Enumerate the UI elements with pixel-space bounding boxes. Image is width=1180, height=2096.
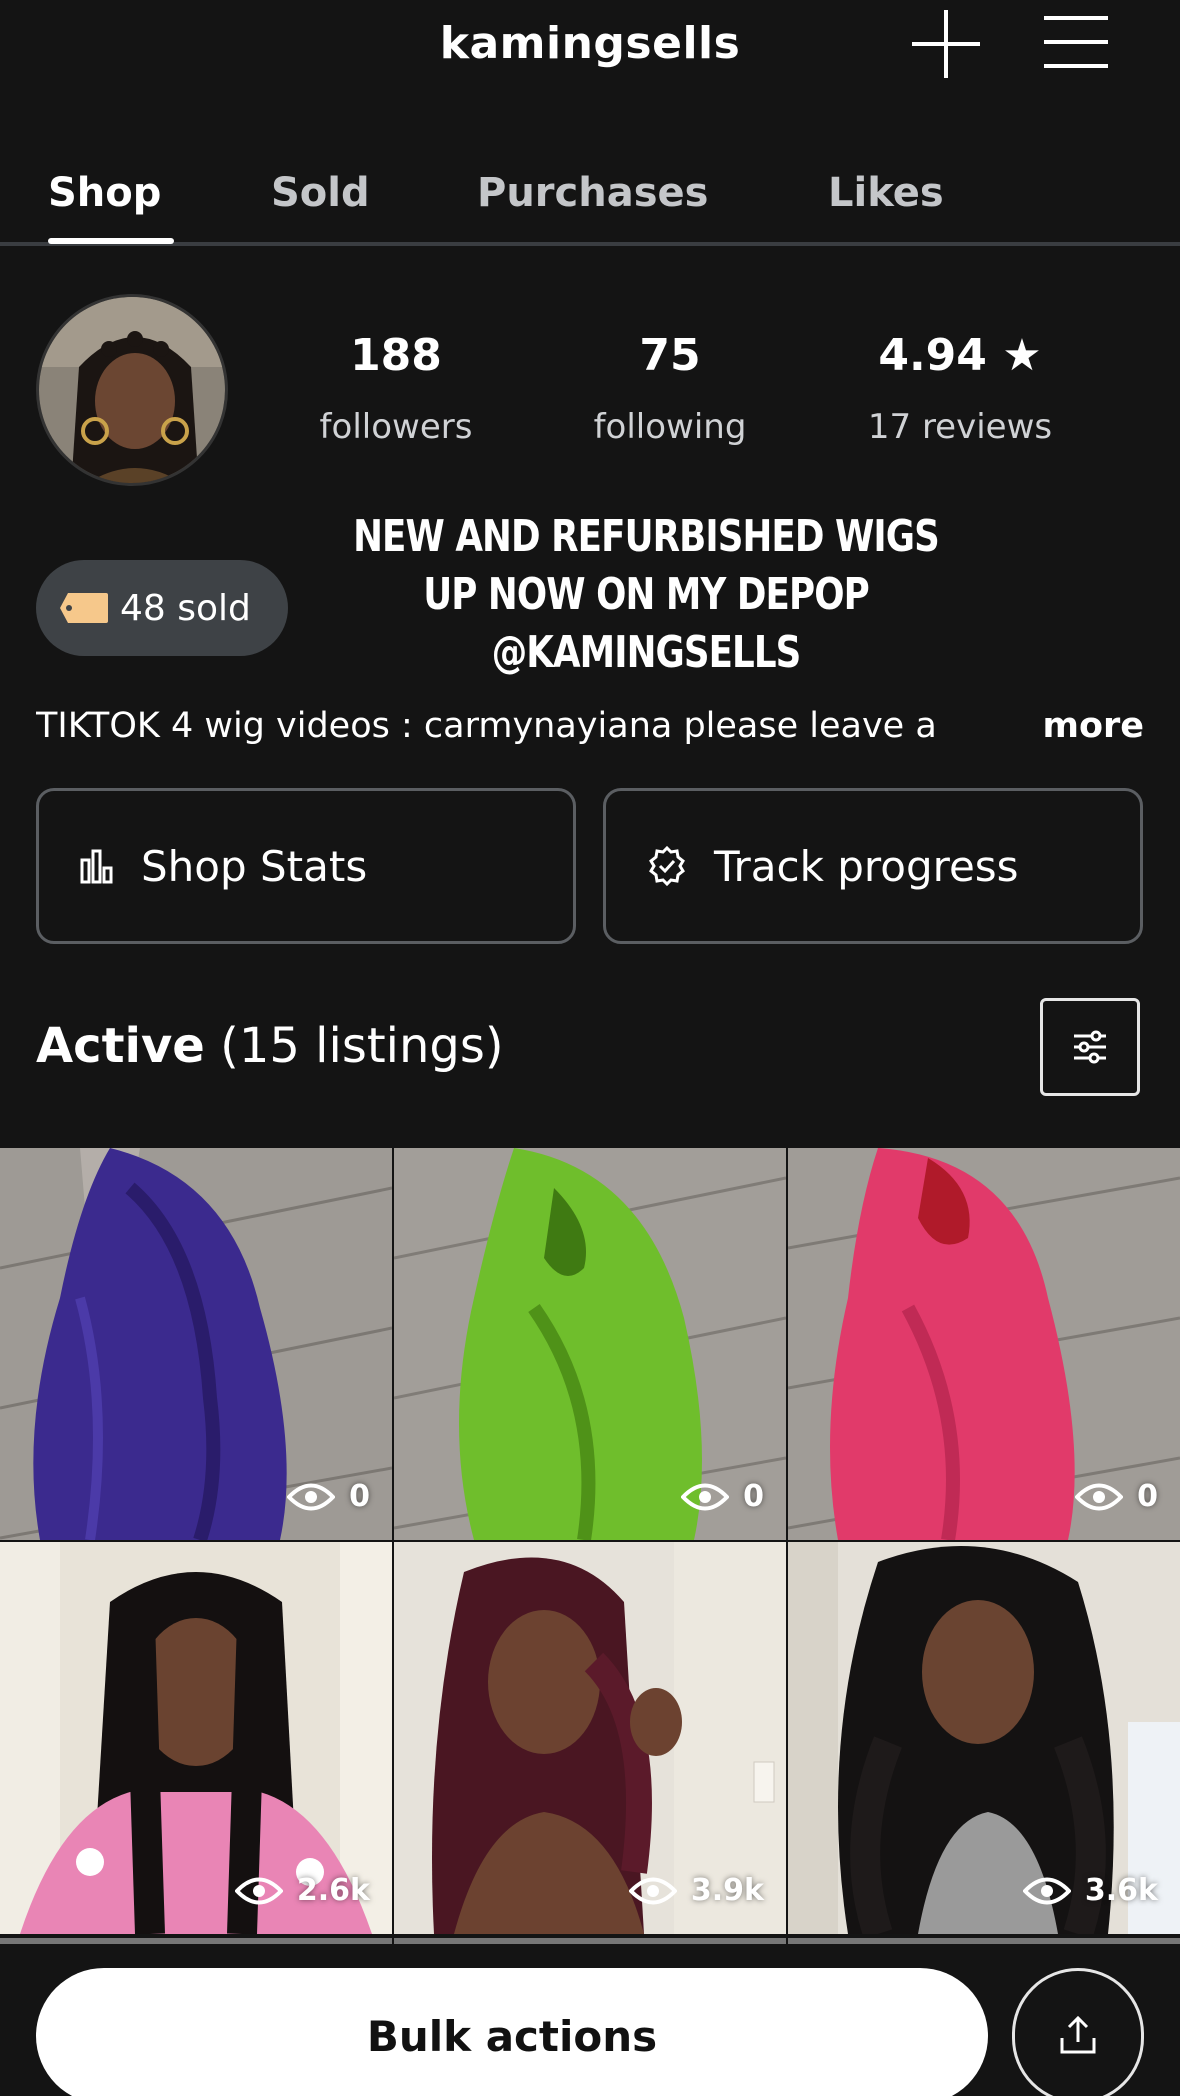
eye-icon (287, 1483, 336, 1510)
view-count-value: 3.9k (690, 1873, 764, 1908)
bio-text: TIKTOK 4 wig videos : carmynayiana pleas… (36, 706, 937, 746)
shop-stats-button[interactable]: Shop Stats (36, 788, 576, 944)
listing-tile[interactable]: 3.6k (788, 1542, 1180, 1934)
share-button[interactable] (1012, 1968, 1144, 2096)
tab-shop[interactable]: Shop (48, 170, 161, 216)
view-count: 3.6k (1022, 1873, 1158, 1908)
verified-badge-icon (649, 845, 685, 887)
listing-tile[interactable]: 3.9k (394, 1542, 786, 1934)
eye-icon (1022, 1877, 1071, 1904)
following-stat[interactable]: 75 following (580, 330, 760, 447)
view-count: 0 (1075, 1479, 1158, 1514)
avatar[interactable] (36, 294, 228, 486)
sold-badge[interactable]: 48 sold (36, 560, 288, 656)
filter-button[interactable] (1040, 998, 1140, 1096)
profile-tabs: Shop Sold Purchases Likes (0, 160, 1180, 246)
eye-icon (1075, 1483, 1124, 1510)
listing-tile[interactable]: 2.6k (0, 1542, 392, 1934)
tab-sold[interactable]: Sold (271, 170, 370, 216)
listing-tile[interactable]: 0 (0, 1148, 392, 1540)
shop-username: kamingsells (439, 18, 741, 69)
eye-icon (234, 1877, 283, 1904)
rating-value: 4.94 ★ (878, 330, 1042, 381)
view-count: 0 (287, 1479, 370, 1514)
view-count-value: 3.6k (1084, 1873, 1158, 1908)
listing-tile[interactable]: 0 (788, 1148, 1180, 1540)
menu-button[interactable] (1040, 12, 1112, 72)
tab-purchases[interactable]: Purchases (477, 170, 708, 216)
active-tab-indicator (48, 238, 174, 244)
price-tag-icon (60, 593, 108, 623)
reviews-stat[interactable]: 4.94 ★ 17 reviews (852, 330, 1068, 447)
bottom-action-bar: Bulk actions (0, 1944, 1180, 2096)
track-progress-label: Track progress (714, 841, 1019, 891)
shop-stats-label: Shop Stats (141, 841, 368, 891)
listing-tile[interactable]: 0 (394, 1148, 786, 1540)
sold-count: 48 sold (120, 587, 251, 629)
track-progress-button[interactable]: Track progress (603, 788, 1143, 944)
reviews-label: 17 reviews (867, 407, 1053, 447)
share-upload-icon (1060, 2015, 1096, 2054)
bulk-actions-button[interactable]: Bulk actions (36, 1968, 988, 2096)
eye-icon (681, 1483, 730, 1510)
promo-line-3: @KAMINGSELLS (491, 627, 802, 678)
active-listings-title: Active (15 listings) (36, 1018, 504, 1074)
listings-count: (15 listings) (220, 1018, 504, 1074)
followers-count: 188 (350, 330, 442, 381)
view-count-value: 0 (349, 1479, 370, 1514)
view-count-value: 0 (1137, 1479, 1158, 1514)
promo-line-2: UP NOW ON MY DEPOP (423, 569, 869, 620)
sliders-icon (1074, 1030, 1106, 1064)
followers-stat[interactable]: 188 followers (300, 330, 492, 447)
plus-icon (912, 10, 980, 78)
following-count: 75 (639, 330, 701, 381)
view-count: 0 (681, 1479, 764, 1514)
tab-likes[interactable]: Likes (828, 170, 944, 216)
bio-more-link[interactable]: more (1042, 706, 1144, 746)
hamburger-menu-icon (1044, 16, 1108, 68)
followers-label: followers (319, 407, 473, 447)
eye-icon (628, 1877, 677, 1904)
header: kamingsells (0, 0, 1180, 90)
view-count: 3.9k (628, 1873, 764, 1908)
active-label: Active (36, 1018, 205, 1074)
promo-text: NEW AND REFURBISHED WIGS UP NOW ON MY DE… (353, 508, 940, 682)
view-count: 2.6k (234, 1873, 370, 1908)
view-count-value: 0 (743, 1479, 764, 1514)
bar-chart-icon (80, 849, 113, 884)
following-label: following (593, 407, 747, 447)
bio: TIKTOK 4 wig videos : carmynayiana pleas… (36, 706, 1144, 756)
view-count-value: 2.6k (296, 1873, 370, 1908)
create-listing-button[interactable] (906, 4, 986, 84)
promo-line-1: NEW AND REFURBISHED WIGS (353, 511, 940, 562)
